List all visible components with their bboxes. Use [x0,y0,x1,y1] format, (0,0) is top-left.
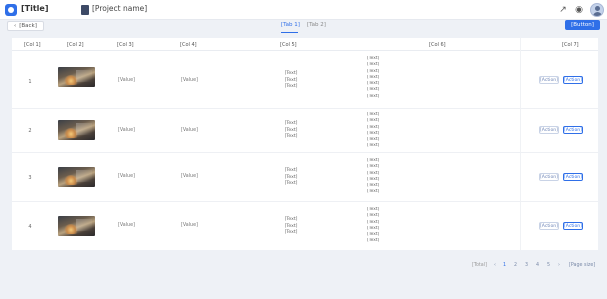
row-col3: [Value] [118,223,135,228]
row-description: [Text] [Text] [Text] [259,121,323,141]
column-header: [Col 3] [117,42,134,48]
row-primary-action-button[interactable]: [Action] [563,126,583,134]
page-size-select[interactable]: [Page size] [569,263,595,268]
row-primary-action-button[interactable]: [Action] [563,173,583,181]
project-title[interactable]: [Project name] [92,4,147,13]
row-thumbnail[interactable] [58,120,95,140]
chevron-left-icon[interactable]: ‹ [494,263,496,268]
row-detail: [Text] [Text] [Text] [Text] [Text] [Text… [367,158,515,196]
table-row: 4 [Value] [Value] [Text] [Text] [Text] [… [12,202,598,250]
row-detail-line: [Text] [367,189,380,195]
row-col4: [Value] [181,78,198,83]
row-thumbnail[interactable] [58,167,95,187]
row-detail: [Text] [Text] [Text] [Text] [Text] [Text… [367,56,515,100]
page-button[interactable]: 5 [547,263,550,268]
row-description: [Text] [Text] [Text] [259,168,323,188]
pagination: [Total] ‹ 1 2 3 4 5 › [Page size] [472,263,602,271]
row-secondary-action-button[interactable]: [Action] [539,126,559,134]
row-primary-action-button[interactable]: [Action] [563,76,583,84]
row-secondary-action-button[interactable]: [Action] [539,222,559,230]
tab-second[interactable]: [Tab 2] [307,22,326,28]
active-tab-indicator [281,32,298,33]
tab-first[interactable]: [Tab 1] [281,22,300,28]
row-description-line: [Text] [284,230,298,235]
row-detail: [Text] [Text] [Text] [Text] [Text] [Text… [367,207,515,245]
row-col3: [Value] [118,174,135,179]
back-button-label: [Back] [19,23,37,29]
page-button[interactable]: 4 [536,263,539,268]
column-header: [Col 4] [180,42,197,48]
page-button[interactable]: 1 [503,263,506,268]
data-table: [Col 1] [Col 2] [Col 3] [Col 4] [Col 5] … [12,38,598,250]
row-col3: [Value] [118,128,135,133]
row-col4: [Value] [181,128,198,133]
user-avatar[interactable] [590,3,604,17]
row-index: 3 [28,175,32,181]
table-row: 1 [Value] [Value] [Text] [Text] [Text] [… [12,51,598,109]
row-index: 4 [28,224,32,230]
row-primary-action-button[interactable]: [Action] [563,222,583,230]
column-header: [Col 5] [280,42,297,48]
column-header: [Col 6] [429,42,446,48]
table-row: 2 [Value] [Value] [Text] [Text] [Text] [… [12,109,598,153]
back-button[interactable]: ‹ [Back] [7,21,44,31]
project-icon [81,5,89,15]
column-header: [Col 2] [67,42,84,48]
row-detail: [Text] [Text] [Text] [Text] [Text] [Text… [367,112,515,150]
row-index: 1 [28,79,32,85]
row-description: [Text] [Text] [Text] [259,71,323,91]
row-col4: [Value] [181,223,198,228]
app-title: [Title] [21,4,49,13]
row-thumbnail[interactable] [58,67,95,87]
column-header: [Col 1] [24,42,41,48]
row-thumbnail[interactable] [58,216,95,236]
row-description: [Text] [Text] [Text] [259,217,323,237]
column-header: [Col 7] [562,42,579,48]
table-row: 3 [Value] [Value] [Text] [Text] [Text] [… [12,153,598,202]
row-detail-line: [Text] [367,143,380,149]
page-button[interactable]: 2 [514,263,517,268]
row-secondary-action-button[interactable]: [Action] [539,173,559,181]
app-logo-icon [5,4,17,16]
row-detail-line: [Text] [367,238,380,244]
top-bar: [Title] [Project name] ↗ ◉ [0,0,607,20]
row-description-line: [Text] [284,181,298,186]
table-header: [Col 1] [Col 2] [Col 3] [Col 4] [Col 5] … [12,38,598,51]
row-detail-line: [Text] [367,93,380,99]
page-button[interactable]: 3 [525,263,528,268]
row-index: 2 [28,128,32,134]
primary-action-button[interactable]: [Button] [565,20,600,30]
row-secondary-action-button[interactable]: [Action] [539,76,559,84]
row-col4: [Value] [181,174,198,179]
row-description-line: [Text] [284,84,298,89]
chevron-left-icon: ‹ [14,23,17,29]
row-col3: [Value] [118,78,135,83]
notification-icon[interactable]: ◉ [573,4,585,16]
external-link-icon[interactable]: ↗ [557,4,569,16]
row-description-line: [Text] [284,134,298,139]
pagination-total: [Total] [472,263,487,268]
chevron-right-icon[interactable]: › [558,263,560,268]
